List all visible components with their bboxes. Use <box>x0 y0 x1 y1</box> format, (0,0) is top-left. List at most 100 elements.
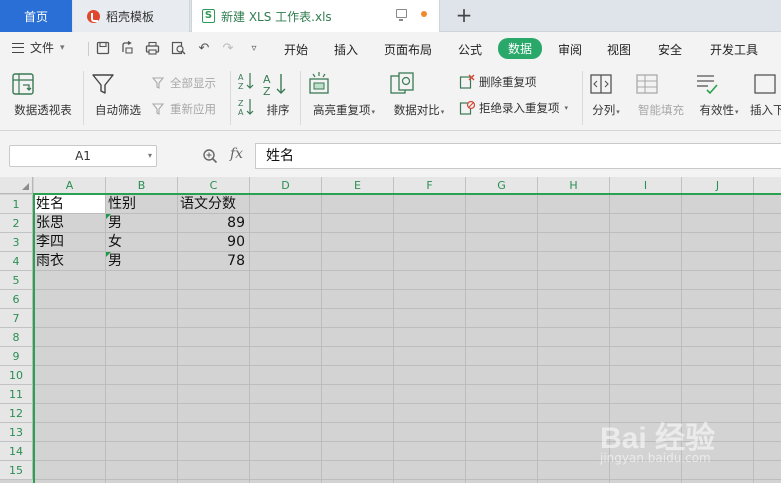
insert-function-icon[interactable]: fx <box>230 146 243 162</box>
name-box[interactable]: A1 ▾ <box>9 145 157 167</box>
redo-icon[interactable]: ↷ <box>220 41 236 57</box>
highlight-duplicates-button[interactable]: 高亮重复项▾ <box>306 71 382 118</box>
cell-c4[interactable]: 78 <box>178 252 249 271</box>
show-all-button[interactable]: 全部显示 <box>152 75 216 91</box>
zoom-magnifier-icon[interactable] <box>202 148 218 164</box>
unsaved-dot-icon[interactable] <box>421 10 427 17</box>
column-header-d[interactable]: D <box>250 177 322 194</box>
select-all-corner[interactable] <box>0 177 33 194</box>
menu-start[interactable]: 开始 <box>284 41 308 58</box>
split-column-label: 分列 <box>592 103 616 117</box>
column-header-a[interactable]: A <box>34 177 106 194</box>
column-header-c[interactable]: C <box>178 177 250 194</box>
menu-insert[interactable]: 插入 <box>334 41 358 58</box>
chevron-down-icon[interactable]: ▾ <box>148 146 152 166</box>
menu-review[interactable]: 审阅 <box>558 41 582 58</box>
cell-b2[interactable]: 男 <box>106 214 177 233</box>
data-validity-button[interactable]: 有效性▾ <box>694 71 744 118</box>
row-header-10[interactable]: 10 <box>0 366 33 385</box>
smart-fill-button[interactable]: 智能填充 <box>634 71 688 118</box>
baidu-jingyan-watermark: Bai 经验 jingyan.baidu.com <box>600 405 775 475</box>
column-header-j[interactable]: J <box>682 177 754 194</box>
row-header-15[interactable]: 15 <box>0 461 33 480</box>
row-header-4[interactable]: 4 <box>0 252 33 271</box>
menu-developer[interactable]: 开发工具 <box>710 41 758 58</box>
customize-toolbar-icon[interactable]: ▿ <box>246 41 262 57</box>
row-header-12[interactable]: 12 <box>0 404 33 423</box>
row-header-7[interactable]: 7 <box>0 309 33 328</box>
sort-button[interactable]: AZ 排序 <box>262 71 294 118</box>
cell-c1[interactable]: 语文分数 <box>178 195 249 214</box>
tab-templates[interactable]: 稻壳模板 <box>73 0 190 32</box>
pivot-table-icon <box>10 71 76 97</box>
hamburger-icon <box>12 42 24 53</box>
row-header-1[interactable]: 1 <box>0 195 33 214</box>
column-header-e[interactable]: E <box>322 177 394 194</box>
insert-dropdown-list-button[interactable]: 插入下 <box>750 71 781 118</box>
name-box-value: A1 <box>75 149 91 163</box>
column-header-h[interactable]: H <box>538 177 610 194</box>
menu-page-layout[interactable]: 页面布局 <box>384 41 432 58</box>
cell-b4[interactable]: 男 <box>106 252 177 271</box>
row-header-14[interactable]: 14 <box>0 442 33 461</box>
row-header-9[interactable]: 9 <box>0 347 33 366</box>
cell-a4[interactable]: 雨衣 <box>34 252 105 271</box>
sort-ascending-icon[interactable]: AZ <box>238 71 256 91</box>
data-compare-button[interactable]: 数据对比▾ <box>388 71 450 118</box>
print-icon[interactable] <box>145 41 161 57</box>
smart-fill-label: 智能填充 <box>638 103 684 117</box>
remove-duplicates-button[interactable]: 删除重复项 <box>459 74 537 90</box>
svg-text:A: A <box>238 73 244 82</box>
cell-error-flag-icon[interactable] <box>106 252 111 257</box>
row-header-6[interactable]: 6 <box>0 290 33 309</box>
menu-view[interactable]: 视图 <box>607 41 631 58</box>
row-header-3[interactable]: 3 <box>0 233 33 252</box>
cell-a1[interactable]: 姓名 <box>34 195 105 214</box>
column-header-b[interactable]: B <box>106 177 178 194</box>
reject-duplicate-entry-button[interactable]: 拒绝录入重复项 ▾ <box>459 100 568 116</box>
gridline <box>249 194 250 483</box>
save-icon[interactable] <box>96 41 112 57</box>
pivot-table-button[interactable]: 数据透视表 <box>10 71 76 118</box>
new-tab-plus-icon[interactable]: + <box>452 4 476 28</box>
column-header-f[interactable]: F <box>394 177 466 194</box>
file-menu-button[interactable]: 文件 ▾ <box>12 39 65 56</box>
highlight-duplicates-label: 高亮重复项 <box>312 103 371 117</box>
row-header-13[interactable]: 13 <box>0 423 33 442</box>
tab-document[interactable]: S 新建 XLS 工作表.xls <box>191 0 440 32</box>
cell-b3[interactable]: 女 <box>106 233 177 252</box>
print-preview-icon[interactable] <box>171 41 187 57</box>
data-compare-label: 数据对比 <box>393 103 440 117</box>
menu-formula[interactable]: 公式 <box>458 41 482 58</box>
undo-icon[interactable]: ↶ <box>196 41 212 57</box>
reapply-icon <box>152 103 165 115</box>
reapply-button[interactable]: 重新应用 <box>152 101 216 117</box>
cell-a2[interactable]: 张思 <box>34 214 105 233</box>
menu-bar: 文件 ▾ ↶ ↷ ▿ 开始 插入 页面布局 公式 数据 审阅 视图 安全 开发工… <box>0 33 781 65</box>
column-header-g[interactable]: G <box>466 177 538 194</box>
formula-input[interactable]: 姓名 <box>255 143 781 169</box>
ribbon-divider <box>230 71 231 125</box>
cell-error-flag-icon[interactable] <box>106 214 111 219</box>
sort-descending-icon[interactable]: ZA <box>238 97 256 117</box>
row-header-8[interactable]: 8 <box>0 328 33 347</box>
split-column-button[interactable]: 分列▾ <box>588 71 624 118</box>
row-header-11[interactable]: 11 <box>0 385 33 404</box>
cell-b1[interactable]: 性别 <box>106 195 177 214</box>
cell-c3[interactable]: 90 <box>178 233 249 252</box>
row-header-2[interactable]: 2 <box>0 214 33 233</box>
column-header-k[interactable] <box>754 177 781 194</box>
menu-data[interactable]: 数据 <box>498 38 543 59</box>
tab-home[interactable]: 首页 <box>0 0 72 32</box>
column-header-i[interactable]: I <box>610 177 682 194</box>
monitor-icon[interactable] <box>396 9 407 21</box>
gridline <box>465 194 466 483</box>
tab-home-label: 首页 <box>23 9 48 24</box>
gridline <box>33 479 781 480</box>
autofilter-button[interactable]: 自动筛选 <box>90 71 146 118</box>
cell-a3[interactable]: 李四 <box>34 233 105 252</box>
cell-c2[interactable]: 89 <box>178 214 249 233</box>
row-header-5[interactable]: 5 <box>0 271 33 290</box>
export-icon[interactable] <box>120 41 136 57</box>
menu-security[interactable]: 安全 <box>658 41 682 58</box>
